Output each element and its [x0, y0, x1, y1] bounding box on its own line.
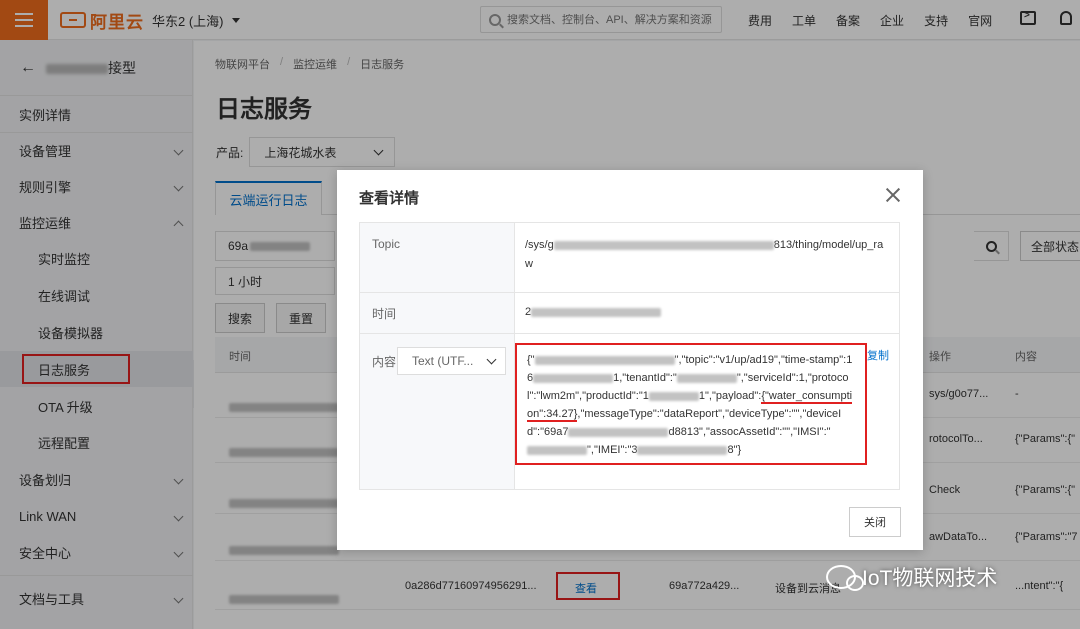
detail-table: Topic /sys/g 813/thing/model/up_raw 时间 2 … [359, 222, 900, 490]
chevron-down-icon [486, 354, 497, 364]
dialog-title: 查看详情 [359, 190, 420, 207]
topic-label: Topic [360, 223, 515, 292]
close-button[interactable]: 关闭 [849, 507, 901, 537]
detail-dialog: 查看详情 Topic /sys/g 813/thing/model/up_raw … [337, 170, 923, 550]
topic-value: /sys/g 813/thing/model/up_raw [525, 239, 884, 270]
content-label: 内容 [372, 355, 397, 369]
detail-row-topic: Topic /sys/g 813/thing/model/up_raw [360, 223, 899, 293]
copy-button[interactable]: 复制 [867, 347, 889, 366]
time-value: 2 [515, 293, 899, 333]
content-label-cell: 内容 Text (UTF... [360, 334, 515, 489]
watermark-text: IoT物联网技术 [862, 567, 998, 590]
detail-row-time: 时间 2 [360, 293, 899, 334]
close-icon[interactable] [885, 187, 901, 203]
detail-row-content: 内容 Text (UTF... {" ","topic":"v1/up/ad19"… [360, 334, 899, 489]
content-value: {" ","topic":"v1/up/ad19","time-stamp":16… [515, 334, 899, 489]
payload-text: {" ","topic":"v1/up/ad19","time-stamp":16… [515, 343, 867, 465]
wechat-watermark: IoT物联网技术 [826, 562, 997, 592]
time-label: 时间 [360, 293, 515, 333]
wechat-icon [826, 565, 864, 591]
encoding-select[interactable]: Text (UTF... [397, 347, 506, 375]
